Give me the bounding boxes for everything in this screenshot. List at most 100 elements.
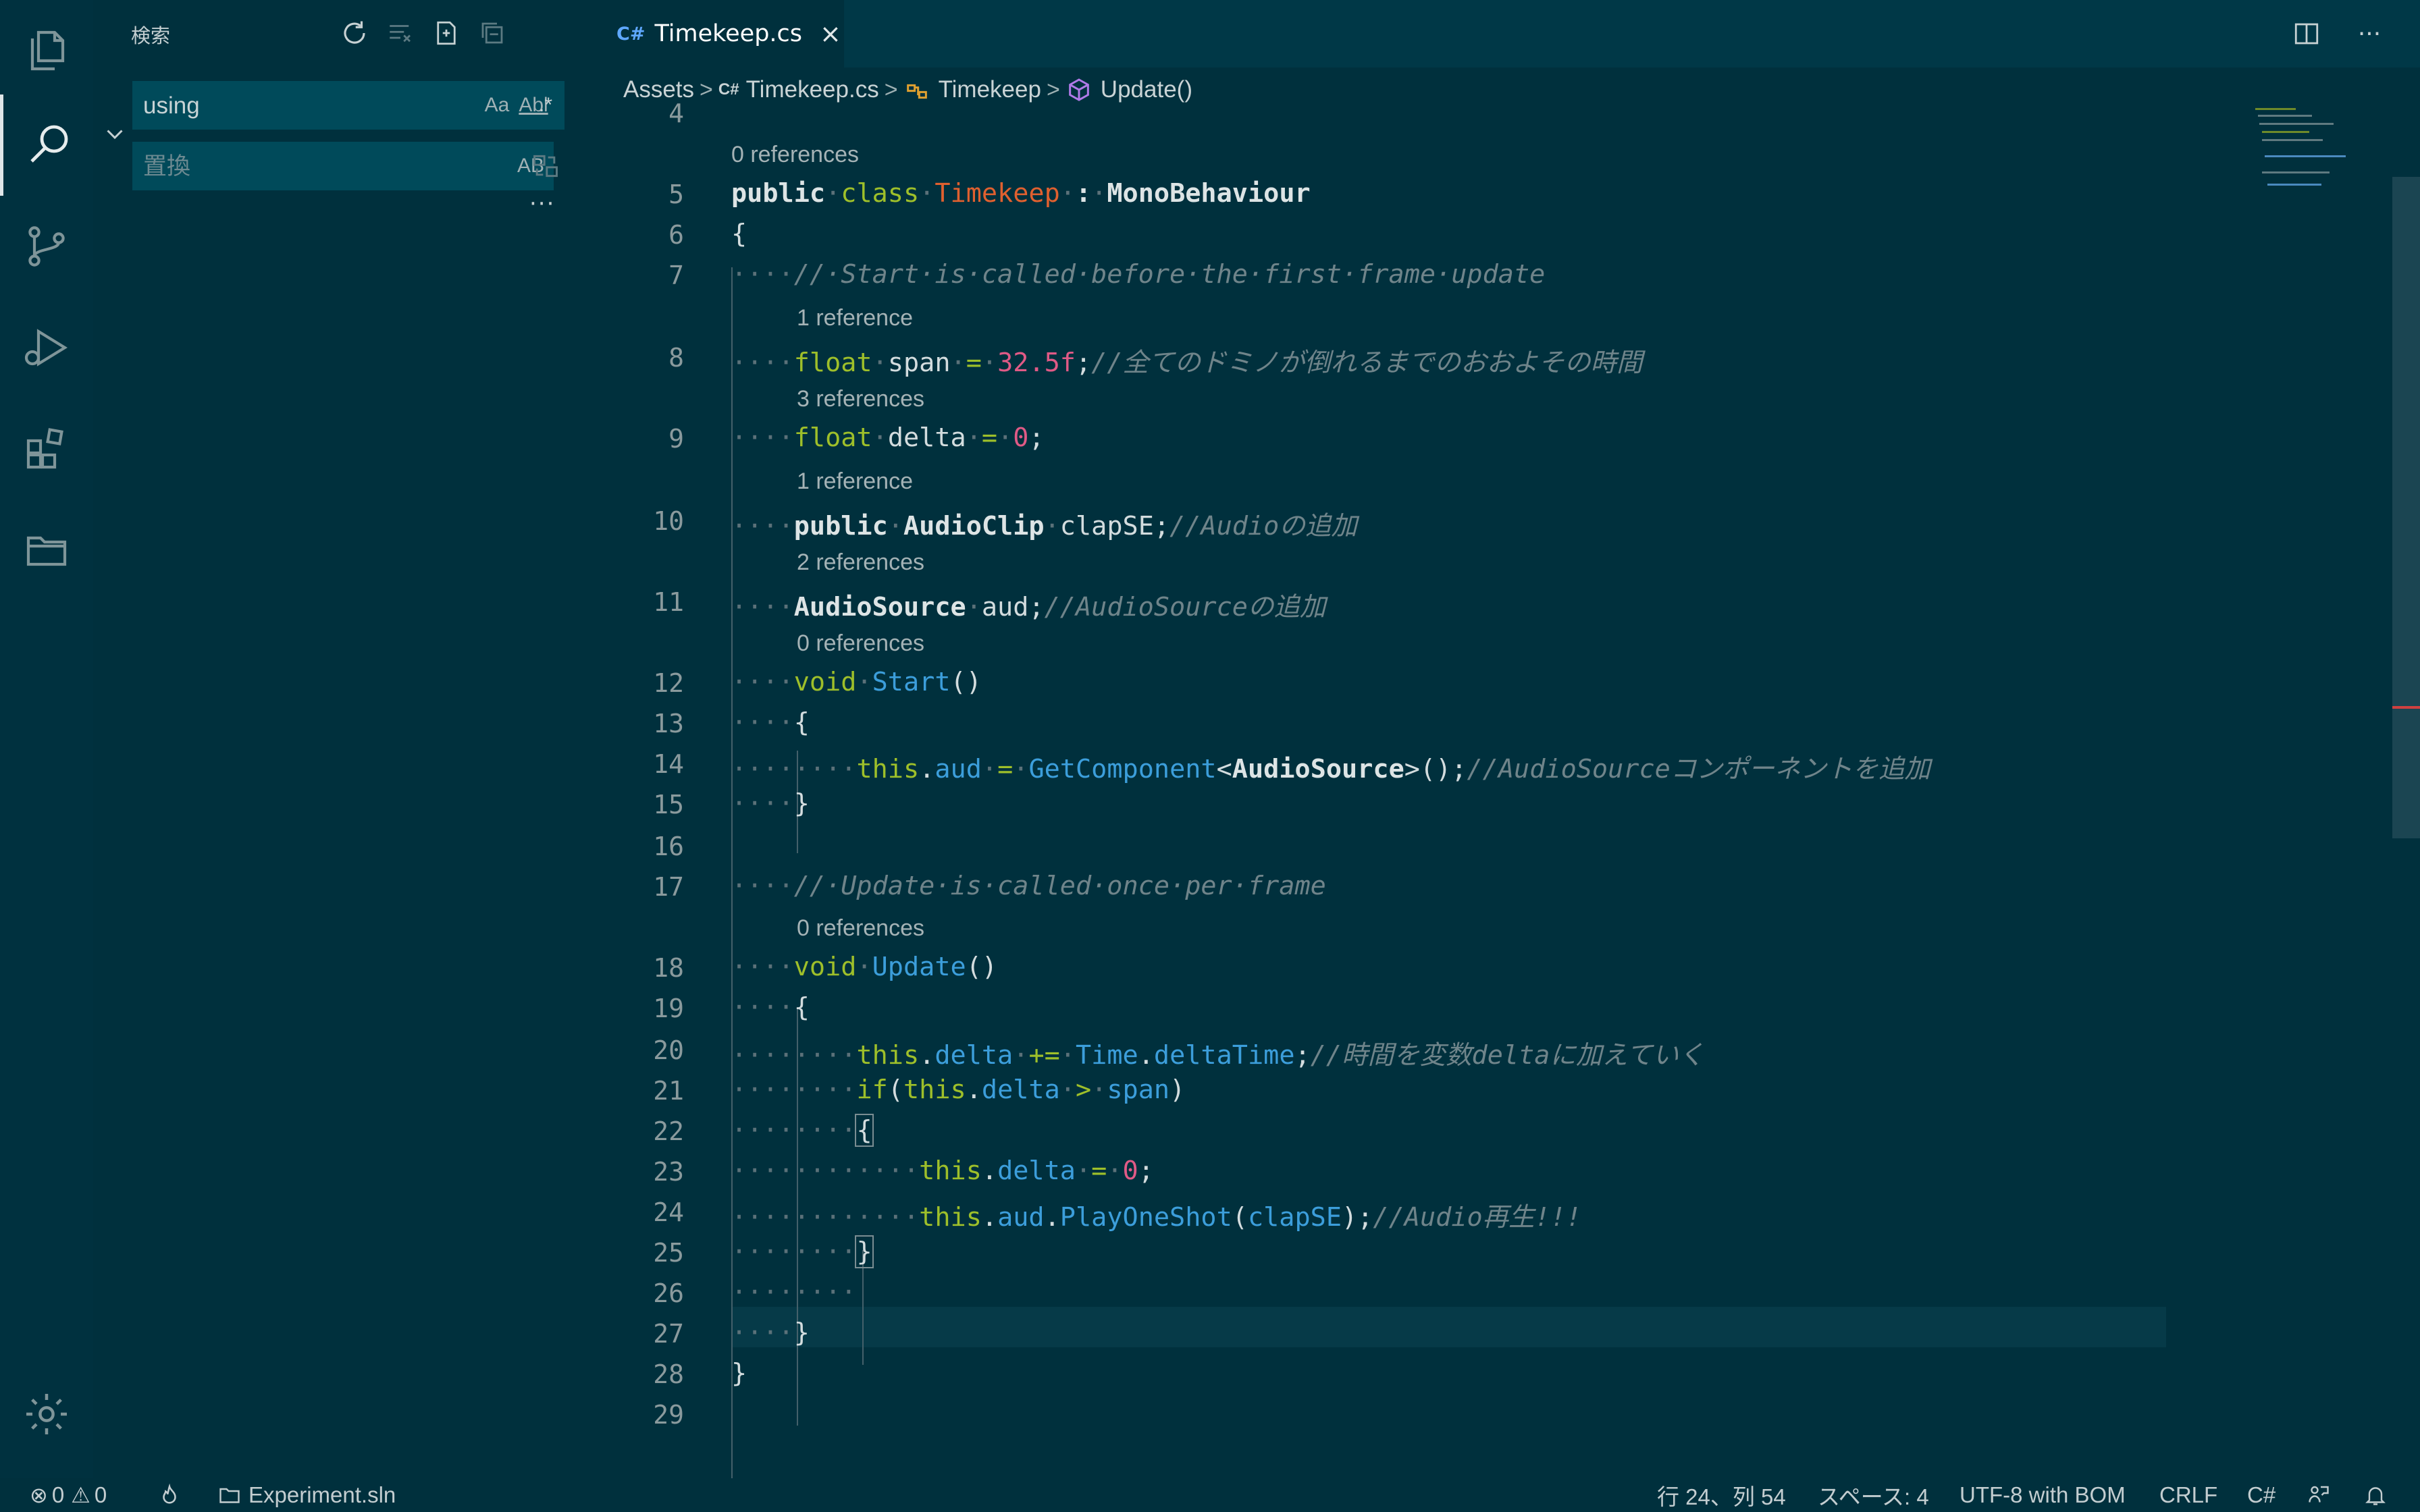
encoding[interactable]: UTF-8 with BOM — [1959, 1478, 2126, 1512]
language-mode[interactable]: C# — [2247, 1478, 2276, 1512]
minimap[interactable] — [2255, 108, 2363, 202]
toggle-replace-chevron-icon[interactable] — [103, 122, 127, 146]
breadcrumb-file[interactable]: C# Timekeep.cs — [718, 76, 879, 103]
current-line-highlight — [731, 1307, 2166, 1347]
indentation[interactable]: スペース: 4 — [1818, 1478, 1929, 1512]
breadcrumb-label: Timekeep.cs — [745, 76, 879, 103]
line-number: 22 — [653, 1116, 684, 1146]
cursor-position[interactable]: 行 24、列 54 — [1657, 1478, 1786, 1512]
error-icon: ⊗ — [30, 1483, 48, 1507]
code-line: ····void·Update() — [731, 952, 998, 982]
code-line: ········ — [731, 1277, 857, 1307]
line-number: 27 — [653, 1319, 684, 1349]
code-line: ····{ — [731, 992, 810, 1023]
replace-all-icon[interactable] — [531, 151, 560, 181]
line-number: 18 — [653, 953, 684, 983]
code-line: ····//·Start·is·called·before·the·first·… — [731, 259, 1546, 290]
split-editor-icon[interactable] — [2288, 15, 2325, 53]
error-count: 0 — [51, 1482, 65, 1507]
code-line: ····AudioSource·aud;//AudioSourceの追加 — [731, 592, 1326, 622]
line-number: 23 — [653, 1157, 684, 1187]
line-number: 20 — [653, 1035, 684, 1065]
code-line: ········{ — [731, 1114, 874, 1147]
sidebar-title: 検索 — [131, 24, 171, 47]
codelens-references[interactable]: 2 references — [797, 549, 924, 576]
codelens-references[interactable]: 0 references — [797, 915, 924, 942]
folder-icon — [219, 1488, 240, 1503]
code-line: ········} — [731, 1235, 874, 1268]
refresh-icon[interactable] — [338, 16, 371, 50]
more-options-icon[interactable]: ··· — [529, 190, 555, 217]
source-control-icon[interactable] — [0, 196, 93, 297]
code-line: ····float·span·=·32.5f;//全てのドミノが倒れるまでのおお… — [731, 348, 1643, 378]
line-number: 8 — [668, 343, 684, 373]
activity-bar — [0, 0, 93, 1478]
collapse-all-icon[interactable] — [475, 16, 509, 50]
class-symbol-icon — [906, 84, 927, 99]
search-icon[interactable] — [0, 94, 97, 196]
code-line: ····void·Start() — [731, 667, 982, 697]
settings-gear-icon[interactable] — [0, 1364, 93, 1465]
code-line: public·class·Timekeep·:·MonoBehaviour — [731, 178, 1311, 209]
feedback-icon[interactable] — [2307, 1478, 2331, 1512]
regex-toggle[interactable]: .* — [531, 90, 560, 120]
breadcrumb-method[interactable]: Update() — [1066, 76, 1192, 103]
breadcrumb-separator: > — [1046, 76, 1060, 103]
solution-indicator[interactable]: Experiment.sln — [217, 1478, 396, 1512]
line-number: 28 — [653, 1359, 684, 1389]
tab-bar: C# Timekeep.cs × ··· — [589, 0, 2420, 68]
breadcrumb-label: Update() — [1100, 76, 1192, 103]
code-line: { — [731, 219, 747, 249]
code-line: ····} — [731, 788, 810, 819]
notifications-bell-icon[interactable] — [2363, 1478, 2388, 1512]
clear-results-icon[interactable] — [384, 16, 417, 50]
code-line: ········this.delta·+=·Time.deltaTime;//時… — [731, 1040, 1705, 1071]
folder-icon[interactable] — [0, 500, 93, 601]
warning-icon: ⚠ — [71, 1483, 90, 1507]
method-symbol-icon — [1068, 78, 1089, 101]
match-case-toggle[interactable]: Aa — [482, 90, 512, 120]
code-line: ····} — [731, 1318, 810, 1348]
flame-icon[interactable] — [158, 1478, 181, 1512]
scrollbar-error-marker — [2392, 706, 2420, 709]
search-input[interactable] — [142, 81, 428, 131]
line-number: 17 — [653, 872, 684, 902]
replace-input[interactable] — [142, 142, 428, 192]
code-editor[interactable]: 4 5 6 7 8 9 10 11 12 13 14 15 16 17 18 1… — [589, 99, 2420, 1482]
line-number: 13 — [653, 709, 684, 738]
problems-indicator[interactable]: ⊗ 0 ⚠ 0 — [30, 1478, 107, 1512]
line-number: 9 — [668, 424, 684, 454]
extensions-icon[interactable] — [0, 398, 93, 500]
csharp-file-icon: C# — [718, 80, 739, 99]
code-line: ····//·Update·is·called·once·per·frame — [731, 871, 1326, 901]
solution-name: Experiment.sln — [248, 1482, 396, 1507]
codelens-references[interactable]: 3 references — [797, 386, 924, 412]
csharp-file-icon: C# — [616, 23, 646, 45]
replace-field[interactable]: AB — [132, 142, 554, 192]
tab-timekeep-cs[interactable]: C# Timekeep.cs × — [589, 0, 844, 68]
vertical-scrollbar[interactable] — [2392, 177, 2420, 838]
breadcrumb: Assets > C# Timekeep.cs > Timekeep > Upd… — [589, 68, 2420, 112]
run-debug-icon[interactable] — [0, 297, 93, 398]
end-of-line[interactable]: CRLF — [2159, 1478, 2217, 1512]
line-number: 25 — [653, 1238, 684, 1268]
line-number: 29 — [653, 1400, 684, 1430]
close-tab-icon[interactable]: × — [820, 19, 841, 49]
breadcrumb-class[interactable]: Timekeep — [903, 76, 1041, 103]
codelens-references[interactable]: 0 references — [731, 142, 859, 168]
line-number: 21 — [653, 1076, 684, 1106]
explorer-icon[interactable] — [0, 0, 93, 101]
codelens-references[interactable]: 1 reference — [797, 468, 913, 495]
new-search-editor-icon[interactable] — [429, 16, 463, 50]
codelens-references[interactable]: 1 reference — [797, 305, 913, 331]
code-line: ····public·AudioClip·clapSE;//Audioの追加 — [731, 511, 1357, 541]
line-number: 11 — [653, 587, 684, 617]
tab-label: Timekeep.cs — [654, 20, 803, 47]
codelens-references[interactable]: 0 references — [797, 630, 924, 657]
editor-more-actions-icon[interactable]: ··· — [2350, 15, 2388, 53]
search-field[interactable]: Aa Abl — [132, 81, 564, 131]
code-line: ········if(this.delta·>·span) — [731, 1075, 1186, 1105]
code-line: ····float·delta·=·0; — [731, 423, 1045, 453]
line-number: 5 — [668, 180, 684, 209]
breadcrumb-separator: > — [700, 76, 713, 103]
